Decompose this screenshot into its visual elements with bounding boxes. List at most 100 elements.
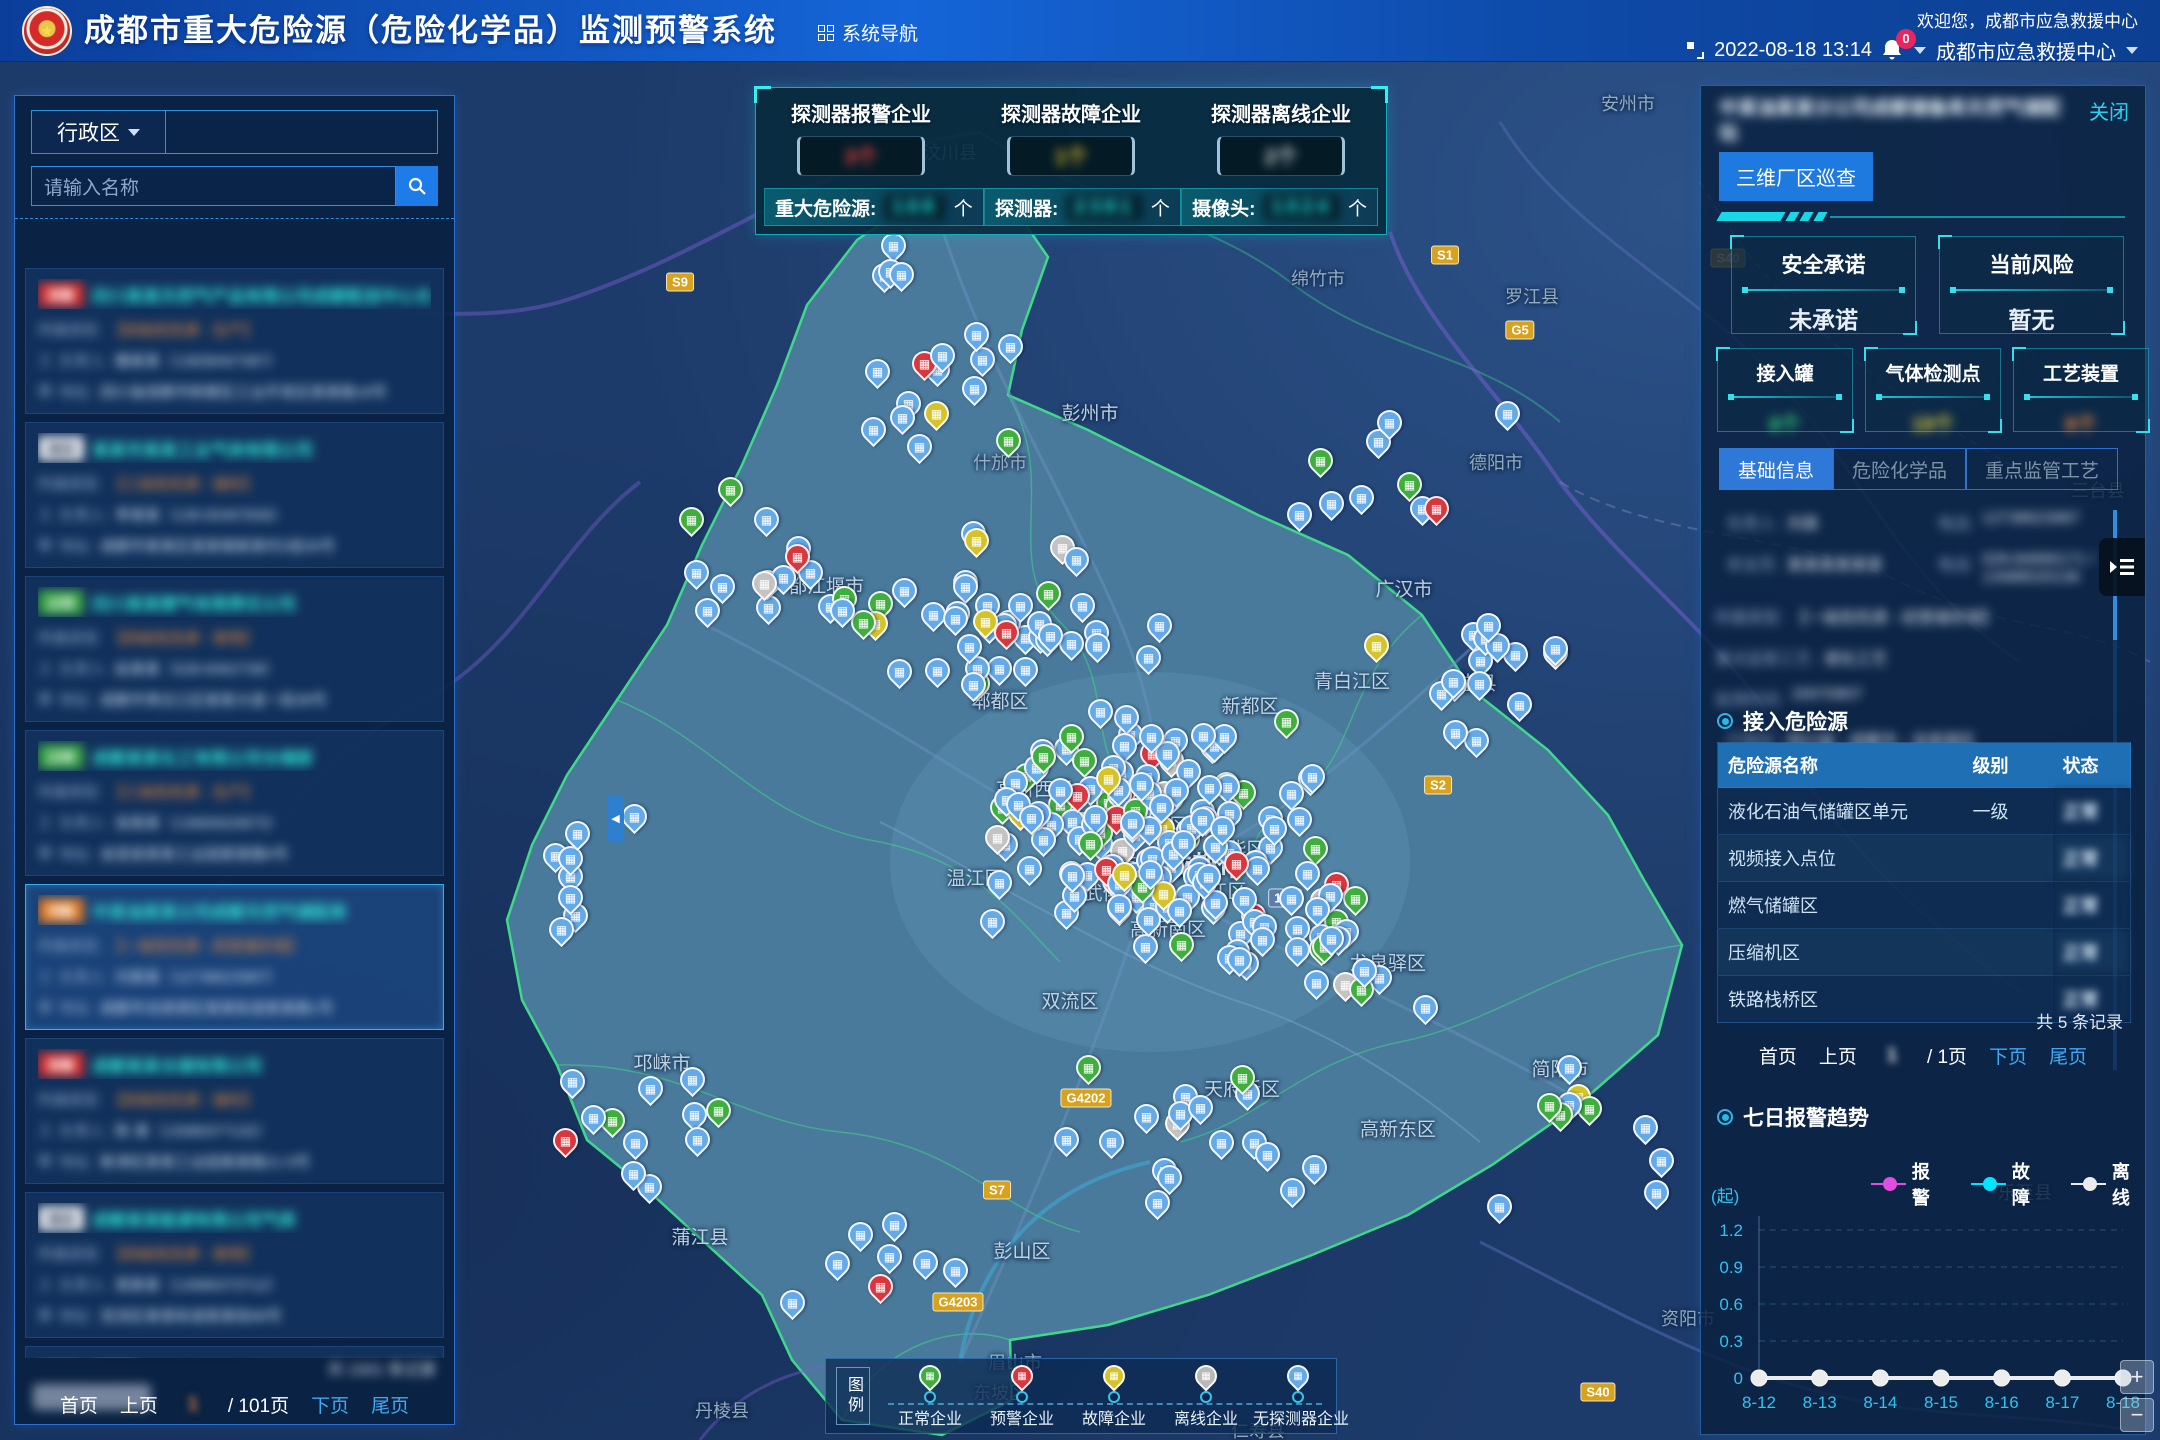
total-counter: 重大危险源:168个 — [764, 188, 984, 226]
company-address-line: 地址:四川省成都市新都区工业开发区某某路18号 — [38, 380, 431, 402]
hazard-level-cell — [1963, 835, 2053, 882]
region-dropdown[interactable]: 行政区 — [31, 110, 166, 154]
patrol-3d-button[interactable]: 三维厂区巡查 — [1719, 152, 1873, 201]
table-row[interactable]: 视频接入点位正常 — [1718, 835, 2131, 882]
company-list-item[interactable]: 离线成都某某能源有限公司气库所属类型:【四级危险源 - 使用】负责人:周某某（1… — [25, 1192, 444, 1338]
hazard-level-cell: 一级 — [1963, 788, 2053, 835]
hazard-status-cell: 正常 — [2053, 835, 2131, 882]
company-list-item[interactable]: 预警中某油某某公司成都天然气储配库所属类型:【一级危险源 - 经营储存域】负责人… — [25, 884, 444, 1030]
svg-text:8-17: 8-17 — [2045, 1393, 2079, 1412]
tab-基础信息[interactable]: 基础信息 — [1719, 448, 1833, 490]
indent-list-icon — [2109, 555, 2135, 579]
pagination-prev[interactable]: 上页 — [120, 1391, 158, 1418]
table-row[interactable]: 压缩机区正常 — [1718, 929, 2131, 976]
facility-stat-box: 工艺装置6个 — [2013, 348, 2149, 432]
company-contact-line: 负责人:陈 某（13086377132） — [38, 1119, 431, 1141]
svg-text:0.6: 0.6 — [1719, 1295, 1743, 1314]
legend-item-故障企业: 故障企业 — [1069, 1365, 1159, 1429]
current-risk-value: 暂无 — [1940, 301, 2123, 335]
close-panel-link[interactable]: 关闭 — [2089, 96, 2129, 125]
chevron-down-icon[interactable] — [1914, 47, 1926, 54]
fullscreen-icon[interactable] — [1687, 42, 1704, 59]
stat-card-title: 探测器故障企业 — [971, 98, 1171, 127]
panel-expand-button[interactable] — [2099, 538, 2145, 596]
company-list-item[interactable]: 离线某某市某某工业气体有限公司所属类型:【三级危险源 - 储存】负责人:李某某（… — [25, 422, 444, 568]
info-row: 负责人:刘某电话:12738623987 — [1715, 510, 2105, 534]
tab-重点监管工艺[interactable]: 重点监管工艺 — [1966, 448, 2118, 490]
tab-危险化学品[interactable]: 危险化学品 — [1833, 448, 1966, 490]
zoom-in-button[interactable]: + — [2120, 1360, 2154, 1394]
info-row: 安全员:某某某某某某电话:028-84890171 / 13488520136 — [1715, 551, 2105, 587]
total-counter: 摄像头:1024个 — [1181, 188, 1378, 226]
pagination-next[interactable]: 下页 — [1989, 1042, 2027, 1069]
location-icon — [38, 1154, 52, 1168]
sidebar-pagination: 首页上页1/ 101页下页尾页 — [15, 1391, 454, 1418]
header-toolbar: 2022-08-18 13:14 0 成都市应急救援中心 — [1687, 36, 2138, 65]
search-button[interactable] — [396, 166, 438, 206]
org-name[interactable]: 成都市应急救援中心 — [1936, 36, 2116, 65]
status-badge: 离线 — [38, 436, 84, 461]
detail-tabs: 基础信息危险化学品重点监管工艺 — [1719, 448, 2118, 490]
legend-item-label: 正常企业 — [885, 1405, 975, 1429]
zoom-out-button[interactable]: − — [2120, 1398, 2154, 1432]
svg-text:8-12: 8-12 — [1742, 1393, 1776, 1412]
safety-commitment-title: 安全承诺 — [1732, 249, 1915, 279]
hazard-status-cell: 正常 — [2053, 788, 2131, 835]
legend-pin-icon — [1098, 1360, 1129, 1391]
legend-item-离线企业: 离线企业 — [1161, 1365, 1251, 1429]
svg-text:8-16: 8-16 — [1985, 1393, 2019, 1412]
company-list-item[interactable]: 正常四川某某燃气有限责任公司所属类型:【四级危险源 - 使用】负责人:赵某某（0… — [25, 576, 444, 722]
table-row[interactable]: 液化石油气储罐区单元一级正常 — [1718, 788, 2131, 835]
sidebar-collapse-arrow[interactable]: ◀ — [607, 795, 624, 841]
app-title: 成都市重大危险源（危险化学品）监测预警系统 — [84, 0, 777, 62]
search-input[interactable]: 请输入名称 — [31, 166, 396, 206]
legend-node-icon — [1200, 1391, 1212, 1403]
company-address-line: 地址:成都市龙泉驿区某某街道某某路1号 — [38, 996, 431, 1018]
hazard-status-cell: 正常 — [2053, 929, 2131, 976]
svg-text:8-15: 8-15 — [1924, 1393, 1958, 1412]
company-name: 成都某某能源有限公司气库 — [92, 1206, 296, 1231]
info-row: 重点监管工艺:液化工艺 — [1715, 645, 2105, 669]
legend-node-icon — [1016, 1391, 1028, 1403]
hazard-table-header: 危险源名称级别状态 — [1718, 743, 2131, 788]
svg-text:(起): (起) — [1711, 1187, 1739, 1206]
counter-label: 摄像头: — [1192, 194, 1255, 221]
region-dropdown-label: 行政区 — [57, 117, 120, 147]
pagination-first[interactable]: 首页 — [1759, 1042, 1797, 1069]
sidebar-record-total: 共 1001 条记录 — [328, 1356, 437, 1380]
person-icon — [38, 1123, 52, 1137]
company-list-item[interactable]: 报警四川某某天然气产品有限公司成都配送中心仓库所属类型:【四级危险源 - 生产】… — [25, 268, 444, 414]
company-contact-line: 负责人:魏某某（13838467387） — [38, 349, 431, 371]
detector-stats-panel: 探测器报警企业3个探测器故障企业1个探测器离线企业2个 重大危险源:168个探测… — [755, 87, 1387, 235]
table-row[interactable]: 燃气储罐区正常 — [1718, 882, 2131, 929]
pagination-page-number[interactable]: 1 — [1879, 1045, 1905, 1067]
current-risk-box: 当前风险 暂无 — [1939, 236, 2124, 334]
svg-text:0.9: 0.9 — [1719, 1258, 1743, 1277]
facility-stat-title: 接入罐 — [1718, 359, 1852, 386]
pagination-last[interactable]: 尾页 — [371, 1391, 409, 1418]
status-badge: 离线 — [38, 1206, 84, 1231]
hazard-col-header: 危险源名称 — [1718, 743, 1963, 788]
company-address-line: 地址:双流区某某街道某某段88号 — [38, 1304, 431, 1326]
company-list-item[interactable]: 报警成都某某仓储有限公司所属类型:【四级危险源 - 储存】负责人:陈 某（130… — [25, 1038, 444, 1184]
hazard-status-cell: 正常 — [2053, 882, 2131, 929]
pagination-next[interactable]: 下页 — [311, 1391, 349, 1418]
pagination-last[interactable]: 尾页 — [2049, 1042, 2087, 1069]
trend-section-title: 七日报警趋势 — [1743, 1102, 1869, 1132]
company-list-item[interactable]: 正常成都某某化工有限公司仓储部所属类型:【三级危险源 - 生产】负责人:张某某（… — [25, 730, 444, 876]
chevron-down-icon[interactable] — [2126, 47, 2138, 54]
notification-bell[interactable]: 0 — [1882, 39, 1904, 63]
svg-text:0: 0 — [1734, 1369, 1743, 1388]
total-counter: 探测器:2381个 — [984, 188, 1181, 226]
system-nav-button[interactable]: 系统导航 — [818, 19, 918, 46]
pagination-prev[interactable]: 上页 — [1819, 1042, 1857, 1069]
counter-unit: 个 — [1151, 194, 1170, 221]
pagination-page-number[interactable]: 1 — [180, 1394, 206, 1416]
pagination-first[interactable]: 首页 — [60, 1391, 98, 1418]
company-type-line: 所属类型:【三级危险源 - 储存】 — [38, 472, 431, 494]
region-value-input[interactable] — [166, 110, 438, 154]
company-name: 某某市某某工业气体有限公司 — [92, 436, 313, 461]
svg-text:8-13: 8-13 — [1803, 1393, 1837, 1412]
panel-pagination-wrap: 首页上页1/ 1页下页尾页 — [1701, 1042, 2145, 1072]
search-icon — [407, 176, 427, 196]
